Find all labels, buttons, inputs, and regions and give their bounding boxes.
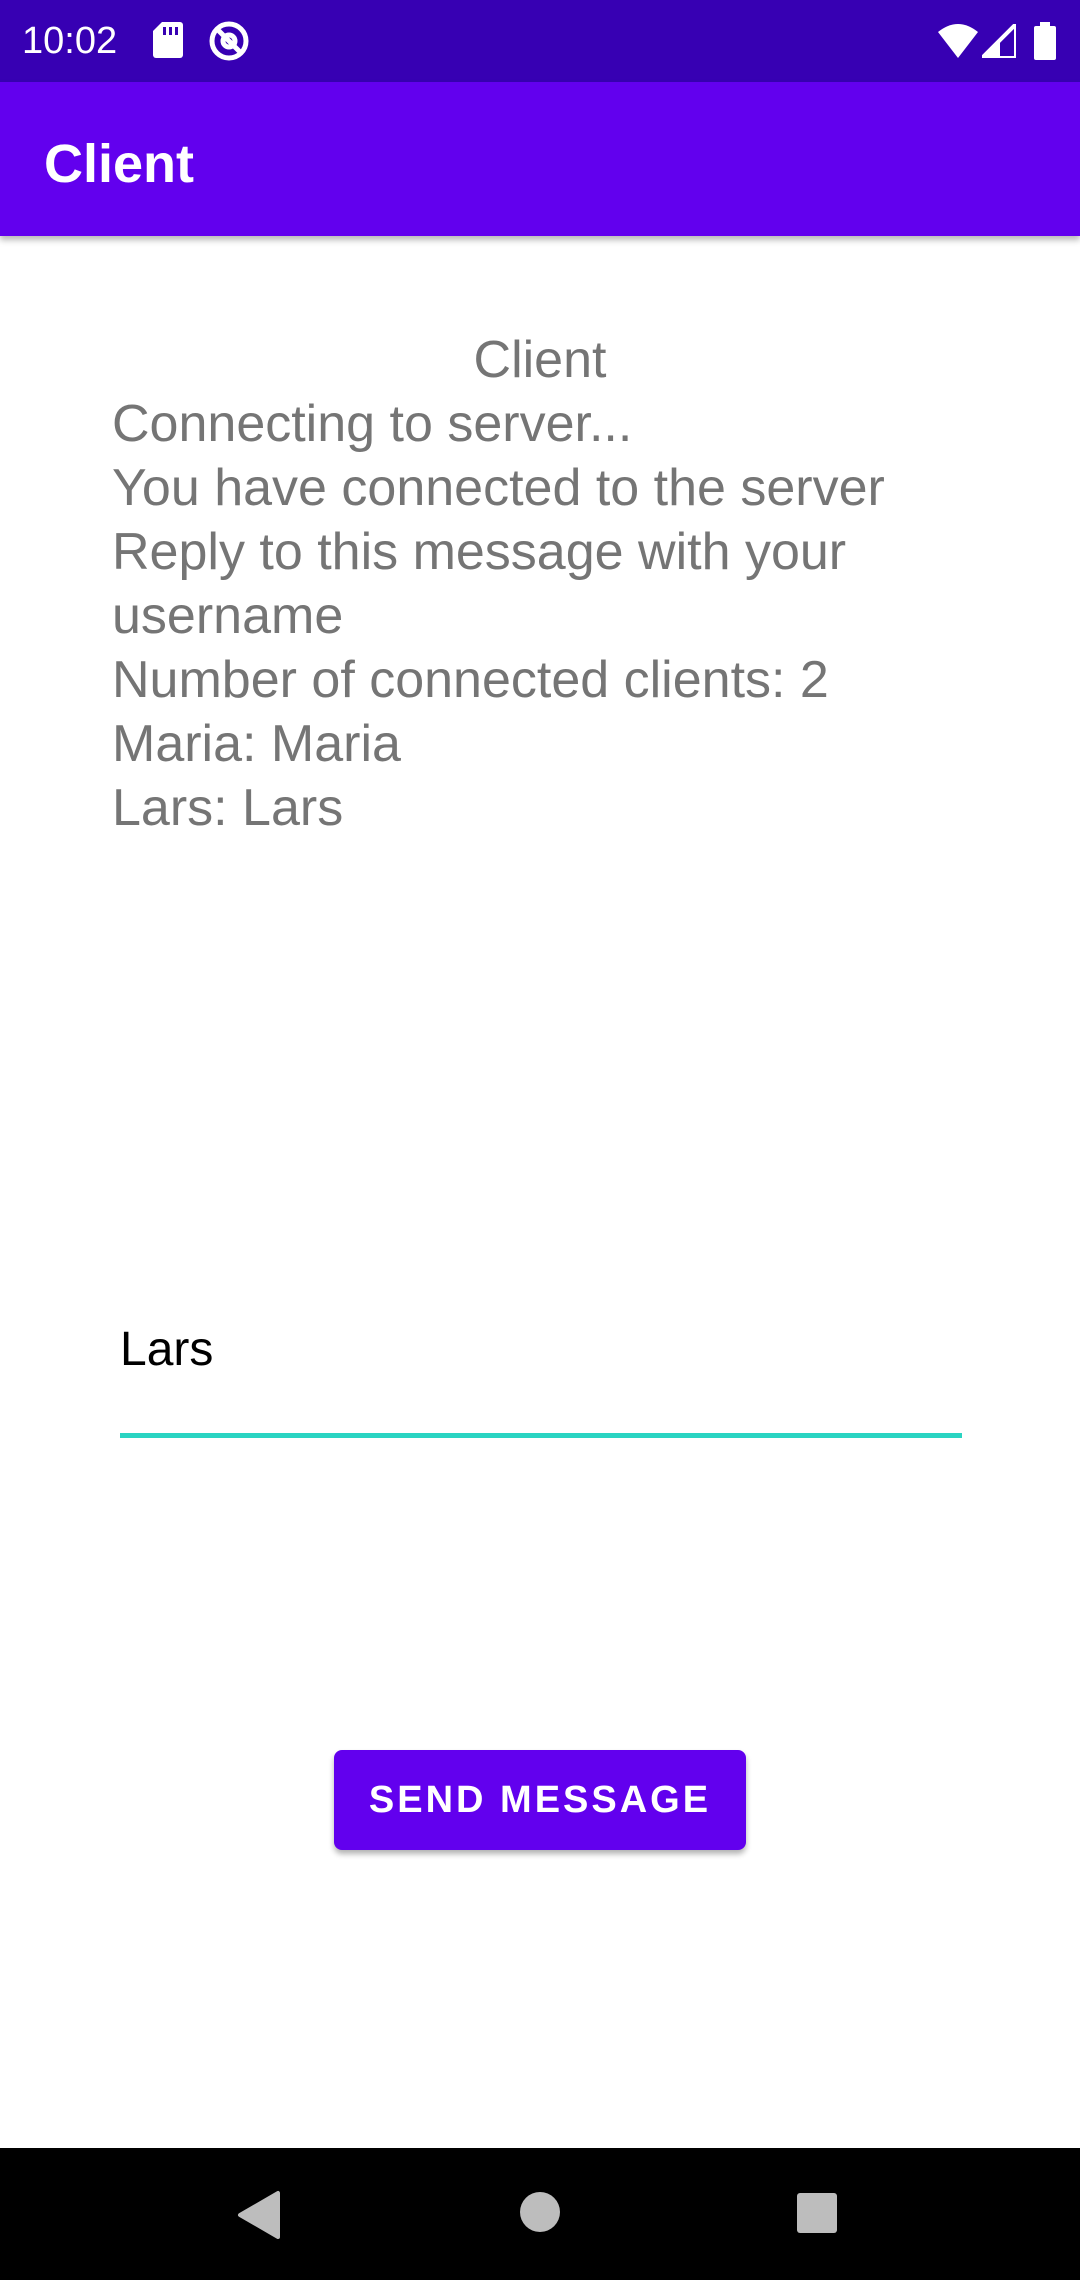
- cell-signal-icon: [982, 24, 1016, 58]
- main-content: Client Connecting to server... You have …: [0, 236, 1080, 2148]
- status-time: 10:02: [22, 20, 118, 62]
- recents-icon[interactable]: [796, 2192, 838, 2234]
- back-icon[interactable]: [236, 2190, 282, 2240]
- status-bar: 10:02: [0, 0, 1080, 82]
- app-bar: Client: [0, 82, 1080, 236]
- send-message-button[interactable]: SEND MESSAGE: [334, 1750, 746, 1850]
- log-line: Connecting to server...: [112, 395, 633, 453]
- log-line: Maria: Maria: [112, 715, 401, 773]
- app-title: Client: [44, 134, 195, 194]
- home-icon[interactable]: [518, 2190, 562, 2234]
- log-line: Reply to this message with your username: [112, 523, 847, 645]
- sd-card-icon: [152, 20, 184, 60]
- navigation-bar: [0, 2148, 1080, 2280]
- log-heading: Client: [473, 331, 607, 389]
- wifi-icon: [938, 24, 978, 58]
- log-line: You have connected to the server: [112, 459, 885, 517]
- log-line: Number of connected clients: 2: [112, 651, 829, 709]
- at-sign-icon: [208, 20, 250, 62]
- log-line: Lars: Lars: [112, 779, 344, 837]
- message-log: Client Connecting to server... You have …: [112, 328, 968, 840]
- message-input[interactable]: [120, 1316, 962, 1438]
- battery-icon: [1034, 22, 1056, 60]
